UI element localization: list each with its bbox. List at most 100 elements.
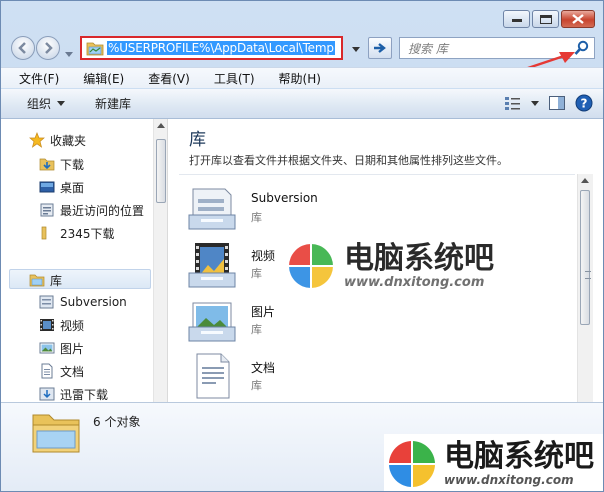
subversion-library-icon [39,295,54,309]
watermark-brand: 电脑系统吧 [444,439,594,474]
recent-pages-dropdown[interactable] [65,46,73,60]
arrow-right-icon [45,42,53,54]
back-button[interactable] [11,36,35,60]
forward-button[interactable] [36,36,60,60]
nav-libraries[interactable]: 库 [29,269,62,291]
nav-scrollbar[interactable] [153,119,168,402]
organize-button[interactable]: 组织 [27,95,66,112]
library-folder-icon [32,414,80,453]
folder-icon [41,226,47,240]
view-controls: ? [505,94,593,112]
document-library-icon [41,363,53,379]
item-type: 库 [251,379,262,392]
list-item-pictures[interactable]: 图片 库 [187,297,487,351]
menu-edit[interactable]: 编辑(E) [71,70,136,87]
watermark-url: www.dnxitong.com [444,473,574,487]
document-library-icon [196,353,230,399]
menu-bar: 文件(F) 编辑(E) 查看(V) 工具(T) 帮助(H) [1,67,603,88]
nav-documents-label: 文档 [60,364,85,379]
nav-pictures[interactable]: 图片 [39,337,84,359]
address-dropdown[interactable] [347,39,365,59]
maximize-icon [539,14,552,24]
nav-libraries-label: 库 [50,273,63,288]
change-view-button[interactable] [505,96,539,110]
scroll-up-icon [581,178,589,183]
view-list-icon [505,97,520,110]
maximize-button[interactable] [532,10,559,28]
watermark-top: 电脑系统吧 www.dnxitong.com [286,241,494,291]
nav-favorites-label: 收藏夹 [50,133,87,148]
minimize-button[interactable] [503,10,530,28]
nav-desktop[interactable]: 桌面 [39,176,84,198]
item-name: Subversion [251,191,318,205]
nav-downloads[interactable]: 下载 [39,153,84,175]
video-library-icon [40,319,54,331]
nav-xunlei-label: 迅雷下载 [60,387,109,402]
chevron-down-icon [531,100,539,106]
picture-library-icon [188,302,236,342]
list-item-subversion[interactable]: Subversion 库 [187,185,487,239]
windows-logo-icon [389,440,435,487]
menu-help[interactable]: 帮助(H) [267,70,333,87]
new-library-button[interactable]: 新建库 [95,95,131,112]
help-icon[interactable]: ? [575,94,593,112]
page-title: 库 [189,130,206,150]
nav-downloads-label: 下载 [60,157,85,172]
page-description: 打开库以查看文件并根据文件夹、日期和其他属性排列这些文件。 [189,154,508,167]
menu-tools[interactable]: 工具(T) [202,70,267,87]
library-folder-icon [86,42,104,56]
watermark-brand: 电脑系统吧 [344,240,494,276]
item-type: 库 [251,267,262,280]
close-icon [572,14,584,24]
item-name: 视频 [251,249,276,263]
main-body: 收藏夹 下载 桌面 最近访问的位置 2345下载 库 Subversion 视频… [1,119,603,402]
chevron-down-icon [352,46,360,52]
nav-2345-downloads[interactable]: 2345下载 [39,222,115,244]
go-button[interactable] [368,37,392,59]
nav-2345-downloads-label: 2345下载 [60,226,115,241]
star-icon [29,132,45,148]
library-folder-icon [29,274,45,287]
desktop-icon [39,181,55,193]
watermark-url: www.dnxitong.com [344,274,485,290]
item-name: 图片 [251,305,276,319]
menu-file[interactable]: 文件(F) [7,70,71,87]
content-scroll-thumb[interactable] [580,190,591,325]
nav-recent[interactable]: 最近访问的位置 [39,199,144,221]
nav-desktop-label: 桌面 [60,180,85,195]
nav-videos-label: 视频 [60,318,85,333]
video-library-icon [188,243,236,288]
list-item-documents[interactable]: 文档 库 [187,353,487,407]
nav-videos[interactable]: 视频 [39,314,84,336]
download-folder-icon [39,158,55,171]
preview-pane-icon[interactable] [549,96,565,110]
svg-text:?: ? [581,97,588,111]
nav-scroll-thumb[interactable] [156,139,166,203]
menu-view[interactable]: 查看(V) [136,70,202,87]
nav-subversion[interactable]: Subversion [39,291,127,313]
nav-xunlei[interactable]: 迅雷下载 [39,383,108,402]
command-bar: 组织 新建库 ? [1,89,603,119]
watermark-bottom: 电脑系统吧 www.dnxitong.com [384,434,603,491]
minimize-icon [511,19,522,22]
nav-documents[interactable]: 文档 [39,360,84,382]
content-scrollbar[interactable] [577,174,593,402]
organize-label: 组织 [27,97,52,111]
scroll-up-icon [157,123,165,128]
chevron-down-icon [65,52,73,57]
address-bar[interactable]: %USERPROFILE%\AppData\Local\Temp [80,36,343,60]
close-button[interactable] [561,10,595,28]
chevron-down-icon [57,101,66,106]
item-name: 文档 [251,361,276,375]
go-arrow-icon [374,43,386,53]
windows-logo-icon [289,244,333,288]
nav-favorites[interactable]: 收藏夹 [29,129,86,151]
subversion-library-icon [188,188,236,230]
recent-places-icon [40,203,54,217]
arrow-left-icon [18,42,26,54]
item-type: 库 [251,211,262,224]
picture-library-icon [39,342,55,354]
caption-buttons [503,10,595,28]
nav-subversion-label: Subversion [60,295,127,309]
item-type: 库 [251,323,262,336]
